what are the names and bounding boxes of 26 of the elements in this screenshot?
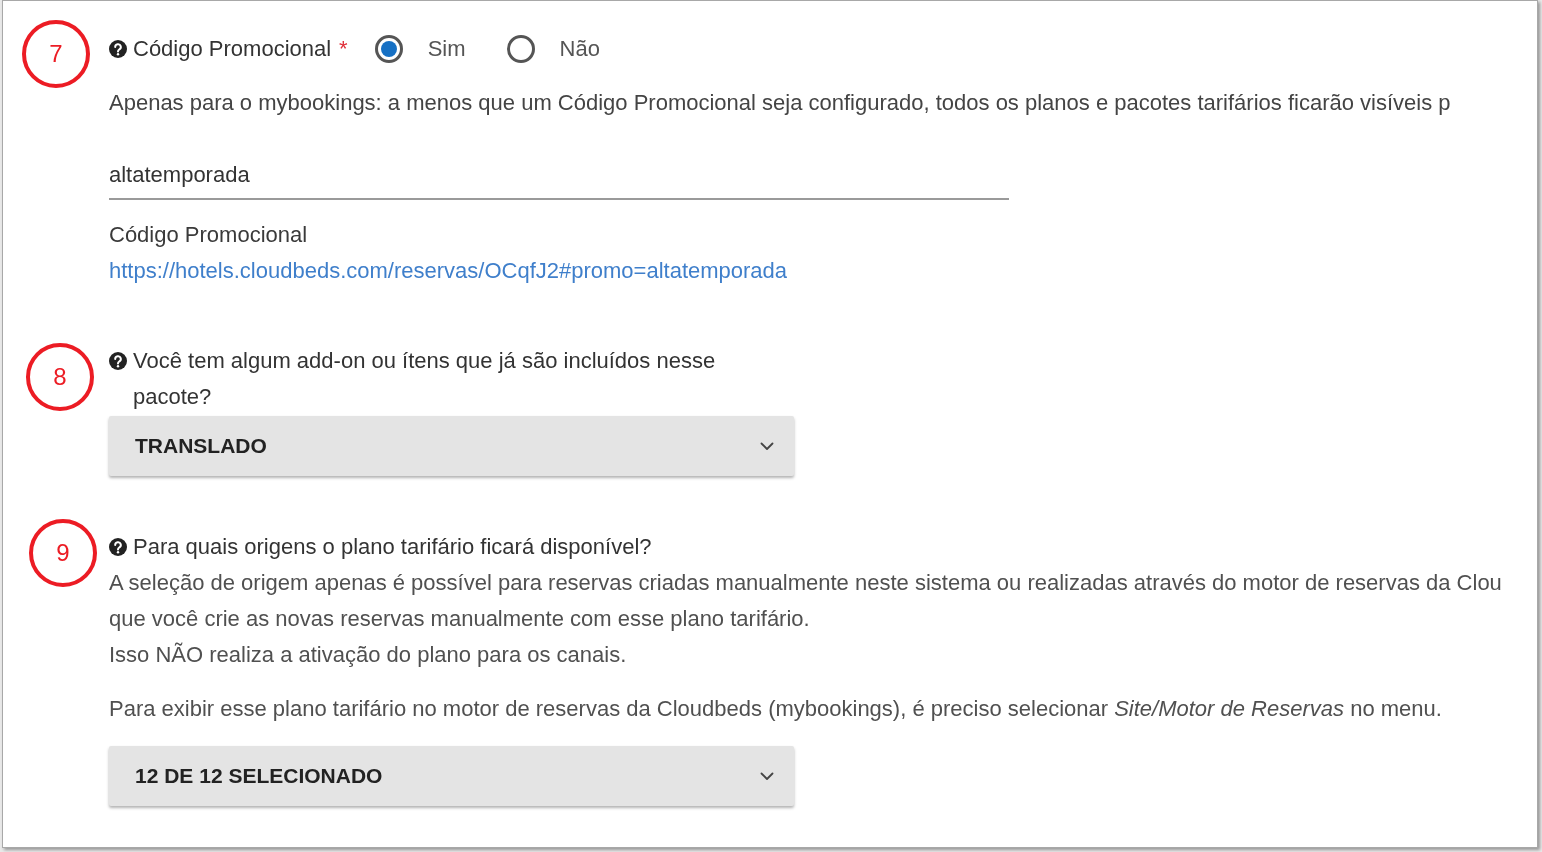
description-line: A seleção de origem apenas é possível para reservas criadas manualmente neste sistema ou realizadas através do motor de reservas da Clou [109,569,1503,597]
url-link[interactable]: https://hotels.cloudbeds.com/reservas/OCqfJ2#promo=altatemporada [109,258,788,283]
dropdown[interactable]: 12 DE 12 SELECIONADO [109,746,794,806]
note-text: Para exibir esse plano tarifário no motor de reservas da Cloudbeds (mybookings), é preciso selecionar Site/Motor de Reservas no menu. [109,695,1443,723]
required-asterisk: * [339,35,348,63]
dropdown[interactable]: TRANSLADO [109,416,794,476]
description-text: Apenas para o mybookings: a menos que um Código Promocional seja configurado, todos os planos e pacotes tarifários ficarão visíveis p [109,89,1452,117]
radio-button[interactable] [505,34,536,64]
chevron-down-icon [760,441,774,451]
text-input[interactable]: altatemporada [109,151,1009,200]
step-marker: 9 [29,519,97,587]
help-icon[interactable] [109,40,127,58]
help-icon[interactable] [109,538,127,556]
field-title: Código Promocional [109,221,309,249]
step-marker: 7 [22,20,90,88]
chevron-down-icon [760,771,774,781]
radio-label[interactable]: Sim [427,31,466,67]
question-label: Código Promocional [133,35,332,63]
description-line: que você crie as novas reservas manualmente com esse plano tarifário. [109,605,811,633]
question-label: Para quais origens o plano tarifário ficará disponível? [133,533,652,561]
question-label: Você tem algum add-on ou ítens que já são incluídos nesse pacote? [133,347,717,411]
radio-label[interactable]: Não [559,31,600,67]
description-line: Isso NÃO realiza a ativação do plano para os canais. [109,641,628,669]
radio-button[interactable] [373,34,404,64]
help-icon[interactable] [109,352,127,370]
step-marker: 8 [26,343,94,411]
